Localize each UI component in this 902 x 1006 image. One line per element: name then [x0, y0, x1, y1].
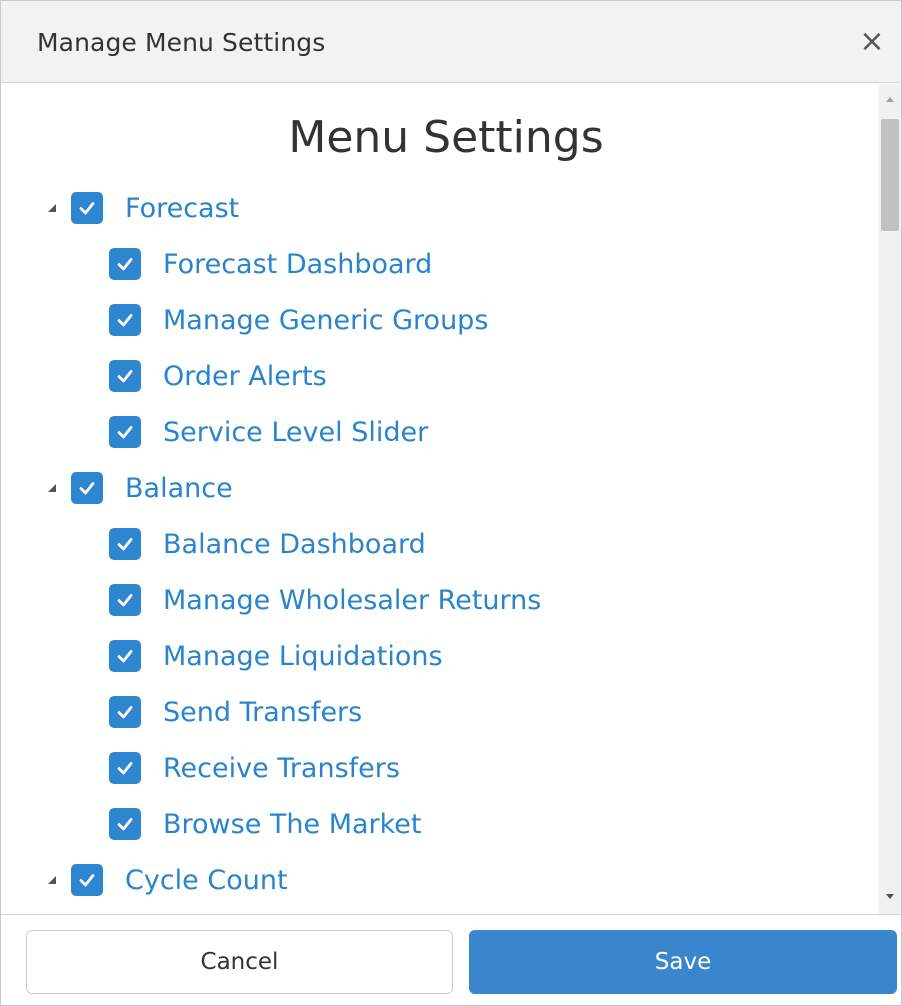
tree-item-row: Forecast Dashboard: [109, 244, 432, 284]
tree-item-label[interactable]: Balance Dashboard: [163, 529, 426, 560]
item-checkbox[interactable]: [109, 808, 141, 840]
checkmark-icon: [79, 202, 95, 215]
checkmark-icon: [117, 426, 133, 439]
cancel-button[interactable]: Cancel: [26, 930, 453, 994]
tree-group-label[interactable]: Balance: [125, 473, 233, 504]
tree-item-label[interactable]: Receive Transfers: [163, 753, 400, 784]
save-button[interactable]: Save: [469, 930, 897, 994]
tree-item-label[interactable]: Service Level Slider: [163, 417, 428, 448]
tree-item-row: Manage Generic Groups: [109, 300, 488, 340]
scroll-down-arrow-icon[interactable]: [884, 890, 896, 902]
dialog-header: Manage Menu Settings ×: [1, 1, 901, 83]
scrollbar-thumb[interactable]: [881, 119, 899, 231]
tree-group-row: Forecast: [45, 188, 239, 228]
item-checkbox[interactable]: [109, 248, 141, 280]
item-checkbox[interactable]: [109, 528, 141, 560]
checkmark-icon: [117, 370, 133, 383]
vertical-scrollbar[interactable]: [879, 84, 901, 914]
tree-item-label[interactable]: Order Alerts: [163, 361, 327, 392]
tree-item-row: Manage Liquidations: [109, 636, 443, 676]
close-icon[interactable]: ×: [857, 27, 887, 57]
item-checkbox[interactable]: [109, 752, 141, 784]
tree-item-row: Manage Wholesaler Returns: [109, 580, 541, 620]
expand-triangle-icon[interactable]: [45, 873, 59, 887]
checkmark-icon: [117, 650, 133, 663]
tree-item-row: Order Alerts: [109, 356, 327, 396]
expand-triangle-icon[interactable]: [45, 481, 59, 495]
checkmark-icon: [117, 706, 133, 719]
dialog-footer: Cancel Save: [1, 914, 901, 1005]
checkmark-icon: [117, 594, 133, 607]
tree-item-label[interactable]: Manage Generic Groups: [163, 305, 488, 336]
tree-group-row: Cycle Count: [45, 860, 288, 900]
tree-group-label[interactable]: Cycle Count: [125, 865, 288, 896]
tree-item-label[interactable]: Forecast Dashboard: [163, 249, 432, 280]
tree-item-row: Receive Transfers: [109, 748, 400, 788]
item-checkbox[interactable]: [109, 360, 141, 392]
checkmark-icon: [117, 314, 133, 327]
dialog-title: Manage Menu Settings: [37, 28, 326, 57]
dialog-body: Menu Settings Forecast Forecast Dashboard…: [13, 84, 879, 914]
item-checkbox[interactable]: [109, 696, 141, 728]
group-checkbox[interactable]: [71, 864, 103, 896]
manage-menu-settings-dialog: Manage Menu Settings × Menu Settings For…: [0, 0, 902, 1006]
checkmark-icon: [79, 482, 95, 495]
page-title: Menu Settings: [288, 112, 604, 163]
item-checkbox[interactable]: [109, 416, 141, 448]
checkmark-icon: [79, 874, 95, 887]
tree-group-row: Balance: [45, 468, 233, 508]
tree-item-label[interactable]: Send Transfers: [163, 697, 362, 728]
group-checkbox[interactable]: [71, 192, 103, 224]
group-checkbox[interactable]: [71, 472, 103, 504]
tree-item-label[interactable]: Browse The Market: [163, 809, 422, 840]
tree-item-row: Service Level Slider: [109, 412, 428, 452]
item-checkbox[interactable]: [109, 584, 141, 616]
item-checkbox[interactable]: [109, 640, 141, 672]
item-checkbox[interactable]: [109, 304, 141, 336]
checkmark-icon: [117, 538, 133, 551]
checkmark-icon: [117, 762, 133, 775]
tree-item-row: Send Transfers: [109, 692, 362, 732]
tree-item-row: Browse The Market: [109, 804, 422, 844]
checkmark-icon: [117, 258, 133, 271]
tree-item-label[interactable]: Manage Wholesaler Returns: [163, 585, 541, 616]
checkmark-icon: [117, 818, 133, 831]
tree-item-row: Balance Dashboard: [109, 524, 426, 564]
tree-item-label[interactable]: Manage Liquidations: [163, 641, 443, 672]
scroll-up-arrow-icon[interactable]: [884, 94, 896, 106]
tree-group-label[interactable]: Forecast: [125, 193, 239, 224]
expand-triangle-icon[interactable]: [45, 201, 59, 215]
